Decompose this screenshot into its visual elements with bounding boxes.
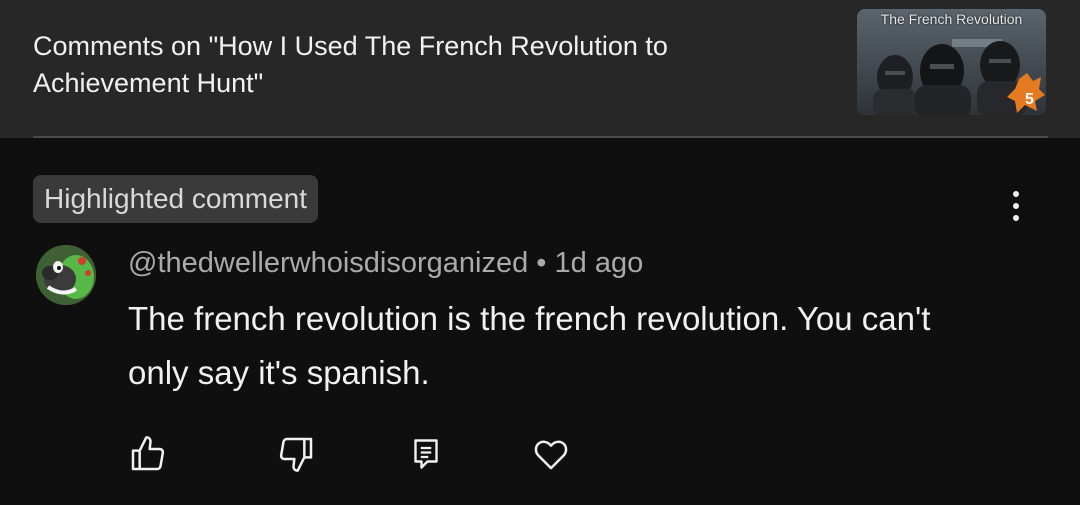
like-icon [131, 436, 165, 471]
reply-button[interactable] [404, 432, 448, 476]
avatar[interactable] [36, 245, 96, 305]
dislike-icon [279, 437, 313, 472]
yoshi-avatar-icon [36, 245, 96, 305]
comment-time: 1d ago [554, 247, 644, 279]
highlighted-comment-badge: Highlighted comment [33, 175, 319, 223]
comment-body: The french revolution is the french revo… [128, 300, 931, 391]
heart-button[interactable] [529, 432, 573, 476]
heart-icon [534, 440, 568, 470]
page-title: Comments on "How I Used The French Revol… [33, 31, 668, 98]
reply-icon [414, 439, 438, 469]
comment-author[interactable]: @thedwellerwhoisdisorganized [128, 247, 528, 279]
comment-meta: @thedwellerwhoisdisorganized • 1d ago [128, 244, 643, 282]
dislike-button[interactable] [274, 432, 318, 476]
thumbnail-caption: The French Revolution [880, 11, 1023, 27]
video-thumbnail[interactable]: The French Revolution 5 [857, 9, 1046, 115]
like-button[interactable] [126, 432, 170, 476]
more-vert-icon [1013, 191, 1019, 197]
more-options-button[interactable] [996, 182, 1036, 230]
thumbnail-badge-number: 5 [1025, 91, 1034, 108]
comments-header: Comments on "How I Used The French Revol… [0, 0, 1080, 138]
header-divider [33, 136, 1048, 138]
meta-separator: • [528, 247, 555, 279]
